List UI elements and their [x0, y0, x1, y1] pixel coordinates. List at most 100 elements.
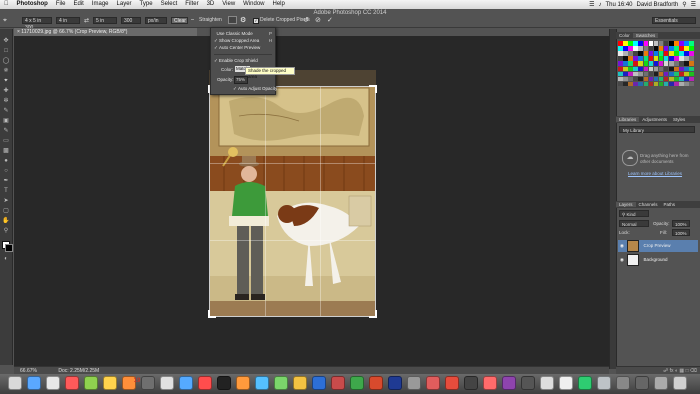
swatch[interactable] [653, 46, 659, 51]
swatch[interactable] [663, 66, 669, 72]
swatch[interactable] [633, 61, 638, 66]
swatch[interactable] [648, 61, 654, 66]
swatch[interactable] [669, 61, 674, 66]
music-icon[interactable] [198, 376, 212, 390]
folder-icon[interactable] [540, 376, 554, 390]
finder-icon[interactable] [8, 376, 22, 390]
swatch[interactable] [653, 51, 659, 56]
swatch[interactable] [689, 41, 694, 46]
swatch[interactable] [679, 61, 684, 66]
swatch[interactable] [658, 61, 664, 66]
app-menu[interactable]: Photoshop [13, 0, 52, 9]
menu-image[interactable]: Image [88, 0, 113, 9]
menu-file[interactable]: File [52, 0, 70, 9]
menu-item-crop-shield[interactable]: ✓ Enable Crop Shield [214, 58, 258, 64]
notes-icon[interactable] [103, 376, 117, 390]
swatch[interactable] [623, 46, 628, 51]
swatch[interactable] [684, 41, 689, 46]
swatch[interactable] [623, 41, 628, 46]
swatch[interactable] [648, 76, 654, 82]
swatch[interactable] [618, 41, 623, 46]
swatch[interactable] [674, 61, 679, 66]
menu-item-auto-center[interactable]: ✓ Auto Center Preview [214, 45, 260, 51]
swatch[interactable] [679, 46, 684, 51]
swatch[interactable] [674, 46, 679, 51]
swatch[interactable] [628, 56, 633, 61]
swatch[interactable] [618, 66, 623, 72]
swatch[interactable] [638, 66, 643, 72]
swatch[interactable] [638, 46, 643, 51]
swatch[interactable] [638, 76, 643, 82]
swatch[interactable] [648, 51, 654, 56]
swatch[interactable] [674, 41, 679, 46]
search-icon[interactable]: ⚲ [682, 1, 686, 8]
swatch[interactable] [663, 71, 669, 77]
swatch[interactable] [638, 51, 643, 56]
menu-layer[interactable]: Layer [113, 0, 136, 9]
swatch[interactable] [663, 41, 669, 46]
swatch[interactable] [689, 81, 694, 87]
app-icon[interactable] [597, 376, 611, 390]
swatch[interactable] [684, 81, 689, 87]
resolution-field[interactable]: 300 [121, 17, 141, 24]
crop-tool-icon-sidebar[interactable]: ⌖ [2, 78, 10, 84]
menu-item-auto-adjust[interactable]: ✓ Auto Adjust Opacity [233, 86, 277, 92]
swatch[interactable] [623, 66, 628, 72]
library-learn-link[interactable]: Learn more about Libraries [628, 171, 682, 176]
swatch[interactable] [643, 51, 649, 56]
swatch[interactable] [643, 66, 649, 72]
swatch[interactable] [674, 81, 679, 87]
layer-row-crop-preview[interactable]: ◉ Crop Preview [618, 240, 698, 252]
swatch[interactable] [679, 56, 684, 61]
swatch[interactable] [618, 76, 623, 82]
swatch[interactable] [648, 66, 654, 72]
tab-libraries[interactable]: Libraries [616, 117, 640, 122]
menu-view[interactable]: View [218, 0, 239, 9]
shield-opacity-field[interactable]: 75% [234, 76, 248, 84]
swatch[interactable] [663, 76, 669, 82]
swatch[interactable] [674, 56, 679, 61]
swatch[interactable] [633, 81, 638, 87]
gear-icon[interactable]: ⚙ [240, 16, 246, 24]
tab-channels[interactable]: Channels [636, 202, 661, 207]
history-brush-icon[interactable]: ✎ [2, 128, 10, 134]
menu-item-show-cropped[interactable]: ✓ Show Cropped Area [214, 38, 259, 44]
app-icon[interactable] [578, 376, 592, 390]
swatch[interactable] [623, 76, 628, 82]
commit-icon[interactable]: ✓ [327, 16, 333, 24]
swatch[interactable] [663, 56, 669, 61]
swatch[interactable] [638, 56, 643, 61]
swatch[interactable] [653, 71, 659, 77]
swatch[interactable] [658, 71, 664, 77]
swatch[interactable] [669, 81, 674, 87]
menu-item-classic-mode[interactable]: Use Classic Mode [214, 31, 253, 36]
menu-help[interactable]: Help [269, 0, 289, 9]
layer-name[interactable]: Crop Preview [640, 243, 670, 248]
swatch[interactable] [653, 66, 659, 72]
ratio-select[interactable]: 4 x 5 in 300... [22, 17, 52, 31]
apple-icon[interactable]:  [0, 0, 13, 9]
swatch[interactable] [653, 76, 659, 82]
workspace-select[interactable]: Essentials [652, 17, 696, 24]
blur-icon[interactable]: ● [2, 158, 10, 164]
tab-paths[interactable]: Paths [661, 202, 679, 207]
stamp-icon[interactable]: ▣ [2, 118, 10, 124]
path-select-icon[interactable]: ➤ [2, 198, 10, 204]
swatch[interactable] [663, 61, 669, 66]
fill-field[interactable]: 100% [672, 229, 690, 236]
swatch[interactable] [628, 71, 633, 77]
swatch[interactable] [633, 46, 638, 51]
layer-name[interactable]: Background [640, 257, 667, 262]
swatch[interactable] [669, 41, 674, 46]
overlay-grid-icon[interactable] [228, 16, 237, 24]
swatch[interactable] [648, 41, 654, 46]
layer-row-background[interactable]: ◉ Background [618, 254, 698, 266]
swatch[interactable] [689, 76, 694, 82]
swatch[interactable] [623, 81, 628, 87]
settings-icon[interactable] [141, 376, 155, 390]
brush-icon[interactable]: ✎ [2, 108, 10, 114]
swatch[interactable] [618, 56, 623, 61]
swatch[interactable] [674, 76, 679, 82]
menu-filter[interactable]: Filter [181, 0, 202, 9]
volume-icon[interactable]: ♪ [598, 2, 601, 8]
